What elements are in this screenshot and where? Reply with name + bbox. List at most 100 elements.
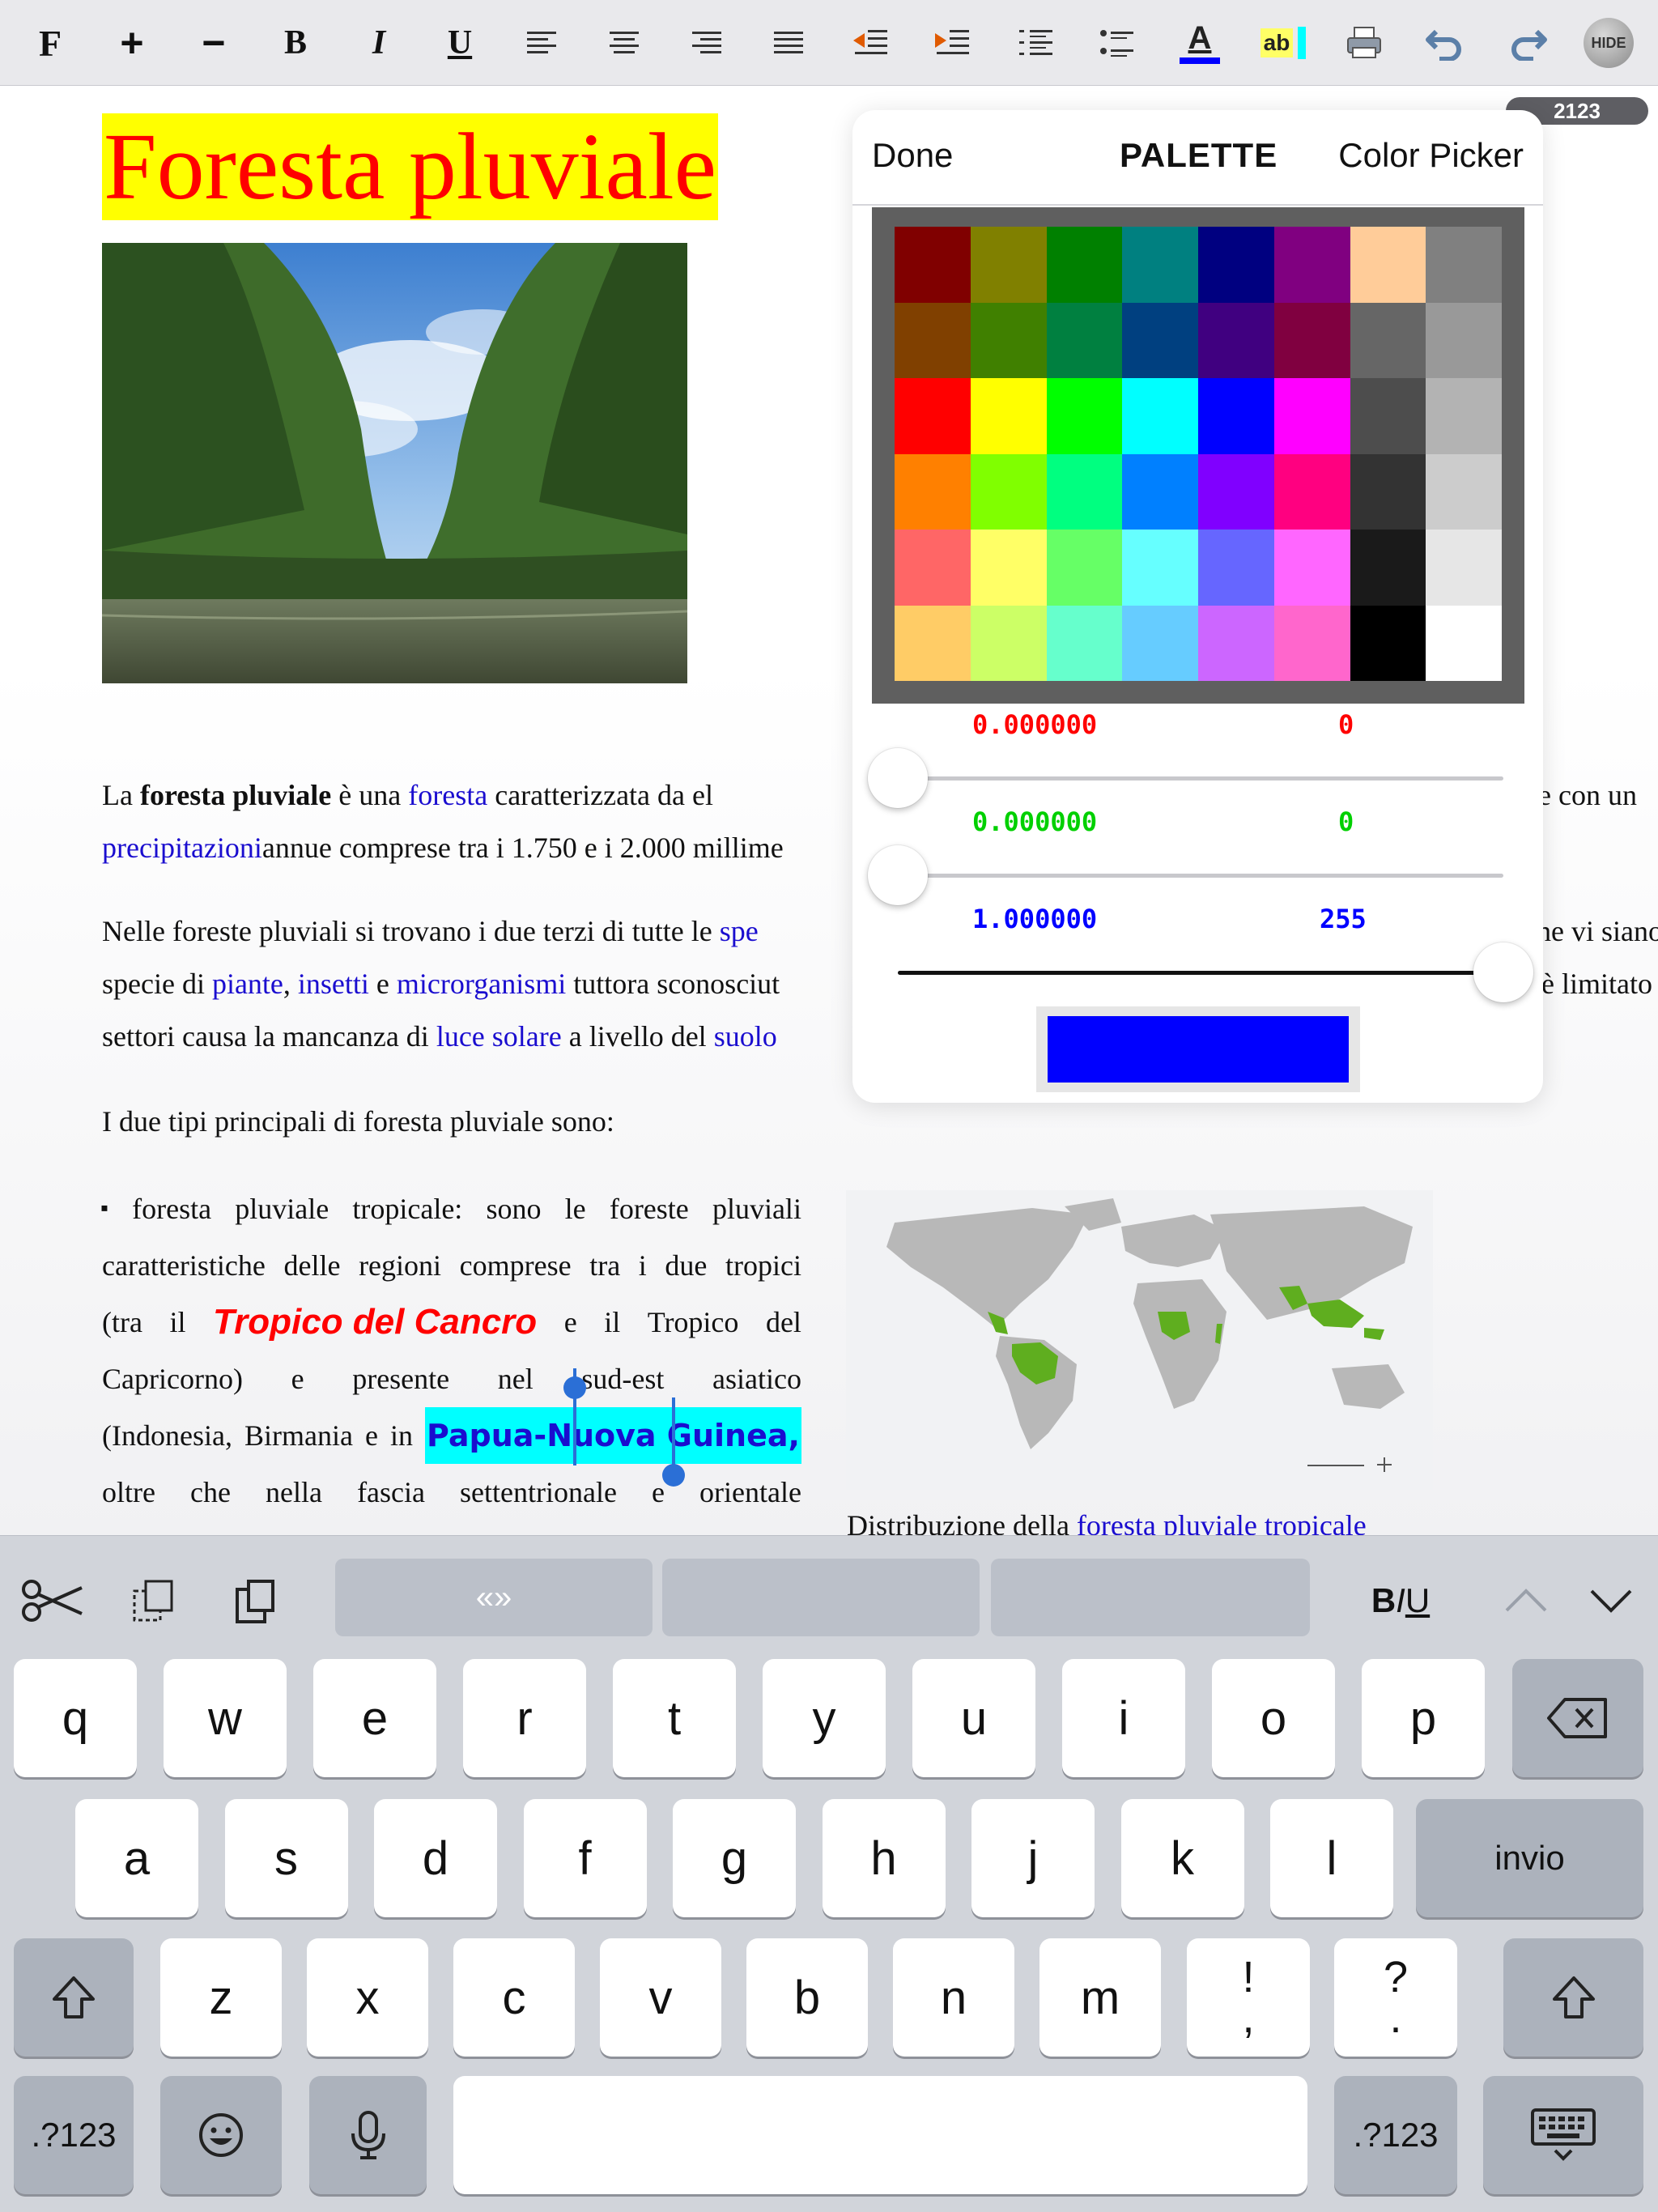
key-f[interactable]: f [523,1799,647,1917]
font-button[interactable]: F [22,15,79,71]
green-slider[interactable] [868,845,1503,905]
color-swatch[interactable] [1122,302,1198,378]
color-swatch[interactable] [1350,605,1426,681]
color-swatch[interactable] [1273,302,1350,378]
color-swatch[interactable] [1046,453,1123,530]
dictation-key[interactable] [309,2076,427,2194]
key-x[interactable]: x [307,1938,428,2057]
color-swatch[interactable] [1426,453,1502,530]
align-right-button[interactable] [678,15,735,71]
next-field-button[interactable] [1583,1568,1639,1633]
color-swatch[interactable] [1426,227,1502,303]
decrease-font-button[interactable]: − [185,15,242,71]
outdent-button[interactable] [843,15,899,71]
blue-slider[interactable] [898,942,1533,1002]
align-left-button[interactable] [513,15,570,71]
key-m[interactable]: m [1039,1938,1161,2057]
paste-button[interactable] [219,1568,291,1633]
numbered-list-button[interactable] [1008,15,1065,71]
color-swatch[interactable] [1426,530,1502,606]
link-precipitazioni[interactable]: precipitazioni [102,832,262,864]
align-center-button[interactable] [596,15,653,71]
color-swatch[interactable] [1122,453,1198,530]
emoji-key[interactable] [160,2076,282,2194]
redo-button[interactable] [1499,15,1556,71]
suggestion-empty-1[interactable] [662,1559,980,1636]
document-title[interactable]: Foresta pluviale [102,113,718,220]
key-u[interactable]: u [912,1659,1035,1777]
link-specie[interactable]: spe [720,915,759,947]
color-swatch[interactable] [1273,530,1350,606]
done-button[interactable]: Done [872,136,953,175]
key-t[interactable]: t [613,1659,736,1777]
color-swatch[interactable] [1198,302,1274,378]
shift-key-left[interactable] [14,1938,134,2057]
highlight-button[interactable]: ab [1255,15,1312,71]
color-swatch[interactable] [895,378,971,454]
underline-button[interactable]: U [432,15,488,71]
color-swatch[interactable] [1350,453,1426,530]
color-swatch[interactable] [1122,378,1198,454]
blue-slider-thumb[interactable] [1473,942,1533,1002]
cut-button[interactable] [16,1568,89,1633]
key-v[interactable]: v [600,1938,721,2057]
undo-button[interactable] [1417,15,1473,71]
copy-button[interactable] [117,1568,190,1633]
color-swatch[interactable] [895,302,971,378]
color-swatch[interactable] [1046,227,1123,303]
key-o[interactable]: o [1212,1659,1335,1777]
shift-key-right[interactable] [1503,1938,1643,2057]
key-y[interactable]: y [763,1659,886,1777]
color-swatch[interactable] [1198,530,1274,606]
color-swatch[interactable] [1350,530,1426,606]
print-button[interactable] [1336,15,1392,71]
suggestion-empty-2[interactable] [991,1559,1310,1636]
color-swatch[interactable] [1350,302,1426,378]
key-p[interactable]: p [1362,1659,1485,1777]
key-r[interactable]: r [463,1659,586,1777]
color-swatch[interactable] [895,530,971,606]
color-swatch[interactable] [1426,302,1502,378]
color-swatch[interactable] [1273,453,1350,530]
color-swatch[interactable] [895,605,971,681]
suggestion-quotes[interactable]: «» [335,1559,653,1636]
backspace-key[interactable] [1512,1659,1643,1777]
tab-palette[interactable]: PALETTE [1120,136,1278,175]
color-swatch[interactable] [970,302,1047,378]
key-a[interactable]: a [75,1799,198,1917]
key-e[interactable]: e [313,1659,436,1777]
color-swatch[interactable] [1350,227,1426,303]
enter-key[interactable]: invio [1416,1799,1643,1917]
color-swatch[interactable] [895,453,971,530]
key-z[interactable]: z [160,1938,282,2057]
link-microrganismi[interactable]: microrganismi [397,968,566,1000]
color-swatch[interactable] [1426,605,1502,681]
bold-button[interactable]: B [267,15,324,71]
space-key[interactable] [453,2076,1307,2194]
indent-button[interactable] [925,15,981,71]
link-foresta[interactable]: foresta [408,779,487,811]
key-b[interactable]: b [746,1938,868,2057]
color-swatch[interactable] [1122,227,1198,303]
color-swatch[interactable] [1122,605,1198,681]
question-period-key[interactable]: ?. [1334,1938,1457,2057]
color-swatch[interactable] [970,530,1047,606]
color-swatch[interactable] [970,453,1047,530]
link-insetti[interactable]: insetti [298,968,369,1000]
key-c[interactable]: c [453,1938,575,2057]
key-d[interactable]: d [374,1799,497,1917]
tab-color-picker[interactable]: Color Picker [1338,136,1524,175]
justify-button[interactable] [760,15,817,71]
link-suolo[interactable]: suolo [714,1020,777,1053]
color-swatch[interactable] [1046,530,1123,606]
color-swatch[interactable] [1273,605,1350,681]
key-h[interactable]: h [822,1799,946,1917]
text-color-button[interactable]: A [1171,15,1228,71]
selection-end-handle[interactable] [662,1464,685,1487]
italic-button[interactable]: I [351,15,407,71]
red-slider-thumb[interactable] [868,748,928,808]
key-l[interactable]: l [1270,1799,1393,1917]
color-swatch[interactable] [1198,378,1274,454]
color-swatch[interactable] [970,227,1047,303]
key-j[interactable]: j [971,1799,1095,1917]
